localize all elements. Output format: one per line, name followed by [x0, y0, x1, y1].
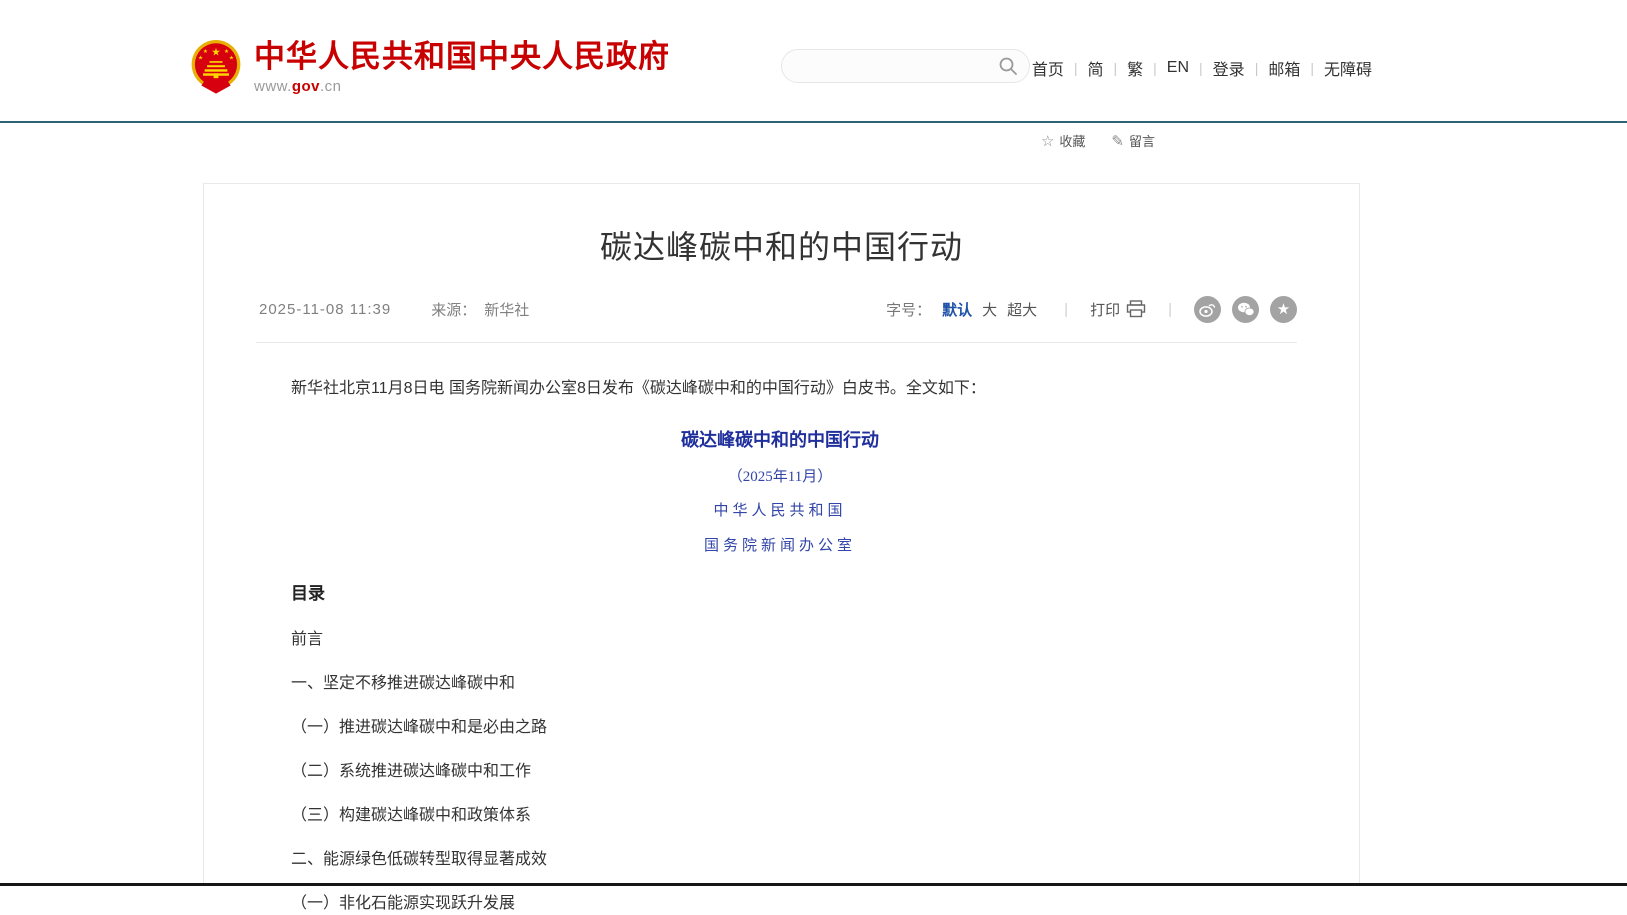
share-wechat-button[interactable]: [1232, 296, 1259, 323]
comment-button[interactable]: ✎ 留言: [1111, 131, 1155, 150]
toc-item-preface: 前言: [291, 631, 1269, 648]
header-divider: [0, 121, 1627, 123]
svg-text:★: ★: [203, 48, 208, 55]
document-title: 碳达峰碳中和的中国行动: [291, 426, 1269, 452]
font-size-large-button[interactable]: 大: [982, 299, 997, 320]
brand-text: 中华人民共和国中央人民政府 www.gov.cn: [254, 38, 670, 95]
publish-date: 2025-11-08 11:39: [259, 301, 391, 318]
nav-separator: |: [1189, 60, 1213, 76]
toc-heading: 目录: [291, 579, 1269, 604]
lead-paragraph: 新华社北京11月8日电 国务院新闻办公室8日发布《碳达峰碳中和的中国行动》白皮书…: [291, 380, 1269, 398]
print-label: 打印: [1090, 299, 1120, 320]
nav-traditional[interactable]: 繁: [1127, 56, 1143, 80]
document-author-line-1: 中华人民共和国: [291, 499, 1269, 520]
document-author-line-2: 国务院新闻办公室: [291, 534, 1269, 555]
svg-text:★: ★: [211, 46, 220, 58]
article-card: 碳达峰碳中和的中国行动 2025-11-08 11:39 来源： 新华社 字号：…: [203, 183, 1360, 883]
page: ★ ★ ★ ★ ★ 中华人民共和国中央人民政府 www.gov.cn: [0, 0, 1627, 915]
nav-separator: |: [1064, 60, 1088, 76]
article-meta-left: 2025-11-08 11:39 来源： 新华社: [259, 299, 529, 320]
weibo-icon: [1199, 302, 1216, 317]
share-qzone-button[interactable]: ★: [1270, 296, 1297, 323]
star-outline-icon: ☆: [1041, 132, 1054, 150]
star-share-icon: ★: [1277, 302, 1290, 317]
nav-simplified[interactable]: 简: [1087, 56, 1103, 80]
site-brand[interactable]: ★ ★ ★ ★ ★ 中华人民共和国中央人民政府 www.gov.cn: [190, 38, 670, 95]
document-date: （2025年11月）: [291, 465, 1269, 486]
nav-accessibility[interactable]: 无障碍: [1324, 56, 1372, 80]
meta-divider: [256, 342, 1297, 343]
toc-item-2-1: （一）非化石能源实现跃升发展: [291, 895, 1269, 912]
search-button[interactable]: [997, 55, 1019, 77]
svg-text:★: ★: [224, 48, 229, 55]
search-icon: [998, 56, 1018, 76]
nav-separator: |: [1143, 60, 1167, 76]
favorite-label: 收藏: [1059, 131, 1085, 150]
svg-text:★: ★: [229, 55, 234, 62]
top-nav: 首页| 简| 繁| EN| 登录| 邮箱| 无障碍: [1032, 56, 1372, 80]
font-size-default-button[interactable]: 默认: [942, 299, 972, 320]
toc-item-1-3: （三）构建碳达峰碳中和政策体系: [291, 807, 1269, 824]
font-size-xlarge-button[interactable]: 超大: [1007, 299, 1037, 320]
comment-label: 留言: [1129, 131, 1155, 150]
pencil-icon: ✎: [1111, 132, 1124, 150]
toolbar-separator: |: [1168, 301, 1172, 318]
toc-item-2: 二、能源绿色低碳转型取得显著成效: [291, 851, 1269, 868]
favorite-button[interactable]: ☆ 收藏: [1041, 131, 1085, 150]
article-title: 碳达峰碳中和的中国行动: [204, 222, 1359, 268]
site-url-gov: gov: [292, 78, 320, 95]
site-url: www.gov.cn: [254, 78, 670, 95]
toolbar-separator: |: [1064, 301, 1068, 318]
viewport-bottom-edge: [0, 883, 1627, 886]
document-heading-block: 碳达峰碳中和的中国行动 （2025年11月） 中华人民共和国 国务院新闻办公室: [291, 426, 1269, 555]
font-size-label: 字号：: [886, 299, 931, 320]
article-tools-strip: ☆ 收藏 ✎ 留言: [1041, 131, 1155, 150]
svg-text:★: ★: [198, 55, 203, 62]
nav-separator: |: [1104, 60, 1128, 76]
toc-item-1-2: （二）系统推进碳达峰碳中和工作: [291, 763, 1269, 780]
article-toolbar: 字号： 默认 大 超大 | 打印 |: [886, 296, 1297, 323]
toc-item-1-1: （一）推进碳达峰碳中和是必由之路: [291, 719, 1269, 736]
site-title: 中华人民共和国中央人民政府: [254, 40, 670, 74]
search-input[interactable]: [798, 58, 997, 74]
site-url-www: www.: [254, 78, 292, 95]
article-body: 新华社北京11月8日电 国务院新闻办公室8日发布《碳达峰碳中和的中国行动》白皮书…: [291, 380, 1269, 915]
search-box: [781, 49, 1030, 83]
source-name: 新华社: [484, 299, 529, 320]
nav-english[interactable]: EN: [1167, 59, 1189, 77]
article-meta-row: 2025-11-08 11:39 来源： 新华社 字号： 默认 大 超大 | 打…: [259, 296, 1297, 322]
nav-separator: |: [1245, 60, 1269, 76]
nav-separator: |: [1300, 60, 1324, 76]
share-weibo-button[interactable]: [1194, 296, 1221, 323]
printer-icon: [1126, 300, 1146, 318]
nav-mail[interactable]: 邮箱: [1268, 56, 1300, 80]
nav-home[interactable]: 首页: [1032, 56, 1064, 80]
print-button[interactable]: 打印: [1090, 299, 1146, 320]
share-icons: ★: [1194, 296, 1297, 323]
site-header: ★ ★ ★ ★ ★ 中华人民共和国中央人民政府 www.gov.cn: [0, 0, 1627, 121]
national-emblem-icon: ★ ★ ★ ★ ★: [190, 38, 242, 94]
wechat-icon: [1237, 302, 1255, 317]
nav-login[interactable]: 登录: [1213, 56, 1245, 80]
site-url-cn: .cn: [320, 78, 342, 95]
toc-item-1: 一、坚定不移推进碳达峰碳中和: [291, 675, 1269, 692]
source-label: 来源：: [431, 299, 476, 320]
